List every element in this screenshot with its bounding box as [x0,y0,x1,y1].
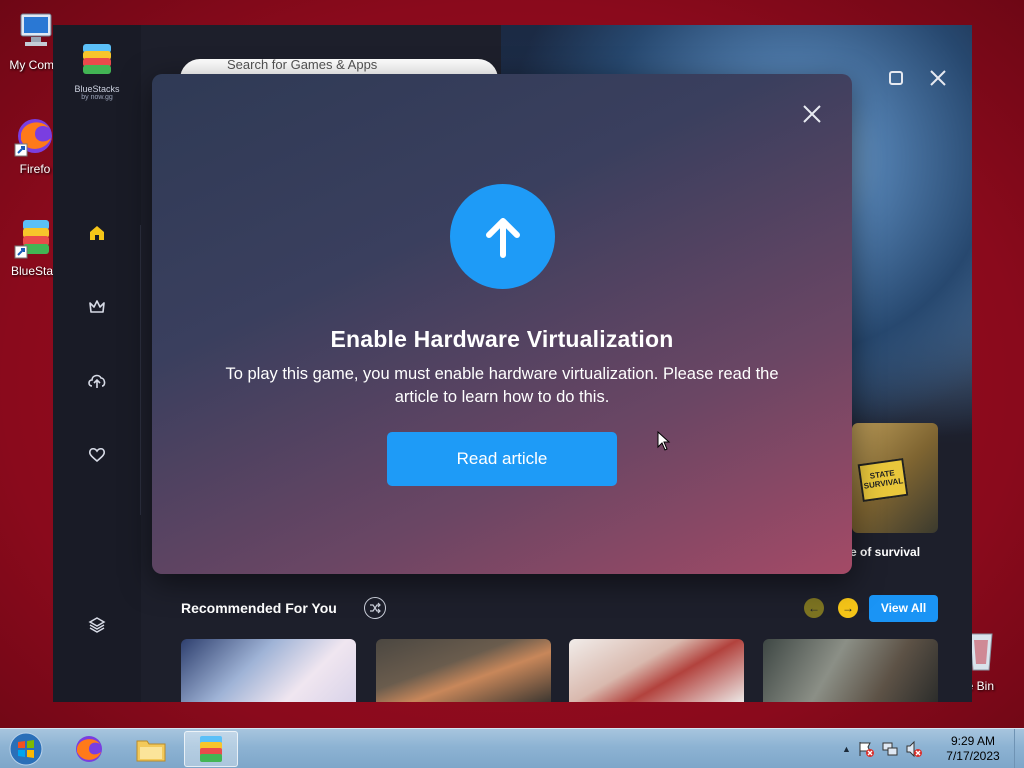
close-icon [930,70,946,86]
sidebar-item-layers[interactable] [86,614,108,636]
close-icon [803,105,821,123]
read-article-button[interactable]: Read article [387,432,617,486]
bluestacks-logo-icon [83,44,111,74]
shuffle-button[interactable] [364,597,386,619]
crown-icon [89,300,105,313]
sidebar-item-home[interactable] [86,222,108,244]
windows-logo-icon [9,732,43,766]
bluestacks-logo[interactable]: BlueStacks by now.gg [69,43,125,101]
maximize-button[interactable] [885,67,907,89]
firefox-icon [13,114,57,158]
sidebar: BlueStacks by now.gg [53,25,141,702]
bluestacks-icon [200,736,222,762]
dialog-badge [450,184,555,289]
firefox-icon [76,736,102,762]
virtualization-dialog: Enable Hardware Virtualization To play t… [152,74,852,574]
dialog-message: To play this game, you must enable hardw… [225,365,779,406]
action-center-flag-icon[interactable] [857,740,875,758]
mouse-cursor-icon [657,430,671,456]
dialog-title: Enable Hardware Virtualization [330,326,674,352]
arrow-left-icon: ← [808,601,820,615]
taskbar-firefox[interactable] [62,731,116,767]
recommended-card[interactable] [376,639,551,702]
sidebar-item-favorites[interactable] [86,444,108,466]
clock-time: 9:29 AM [950,734,996,748]
clock-date: 7/17/2023 [946,749,1000,763]
search-placeholder: Search for Games & Apps [227,57,378,72]
recommended-card[interactable] [763,639,938,702]
taskbar: ▲ 9:29 AM 7/17/2023 [0,728,1024,768]
featured-game-caption: e of survival [850,545,921,559]
system-tray: ▲ [842,729,923,768]
taskbar-explorer[interactable] [124,731,178,767]
network-icon[interactable] [881,740,899,758]
brand-by-label: by now.gg [81,94,113,101]
game-title-badge: STATE SURVIVAL [857,457,909,503]
sidebar-item-cloud[interactable] [86,370,108,392]
home-icon [90,226,104,240]
view-all-button[interactable]: View All [869,595,938,622]
recommended-card[interactable] [569,639,744,702]
start-button[interactable] [4,731,48,767]
arrow-right-icon: → [842,601,854,615]
computer-icon [13,10,57,54]
taskbar-bluestacks[interactable] [184,731,238,767]
clock[interactable]: 9:29 AM 7/17/2023 [935,734,1011,764]
maximize-icon [889,71,903,85]
next-button[interactable]: → [838,598,858,618]
featured-game-tile[interactable]: STATE SURVIVAL [852,423,938,533]
sidebar-item-top-charts[interactable] [86,296,108,318]
shuffle-icon [370,602,381,614]
recommended-card[interactable] [181,639,356,702]
volume-muted-icon[interactable] [905,740,923,758]
previous-button[interactable]: ← [804,598,824,618]
arrow-up-icon [485,217,520,258]
tray-expand-icon[interactable]: ▲ [842,744,851,754]
heart-icon [88,447,106,463]
folder-icon [136,740,166,762]
dialog-close-button[interactable] [800,102,824,126]
brand-name: BlueStacks [74,84,120,94]
close-window-button[interactable] [927,67,949,89]
recommended-heading: Recommended For You [181,600,337,616]
cloud-upload-icon [88,374,106,388]
bluestacks-icon [13,216,57,260]
show-desktop-button[interactable] [1014,729,1024,768]
recycle-bin-icon [968,630,1024,675]
layers-icon [88,617,106,633]
